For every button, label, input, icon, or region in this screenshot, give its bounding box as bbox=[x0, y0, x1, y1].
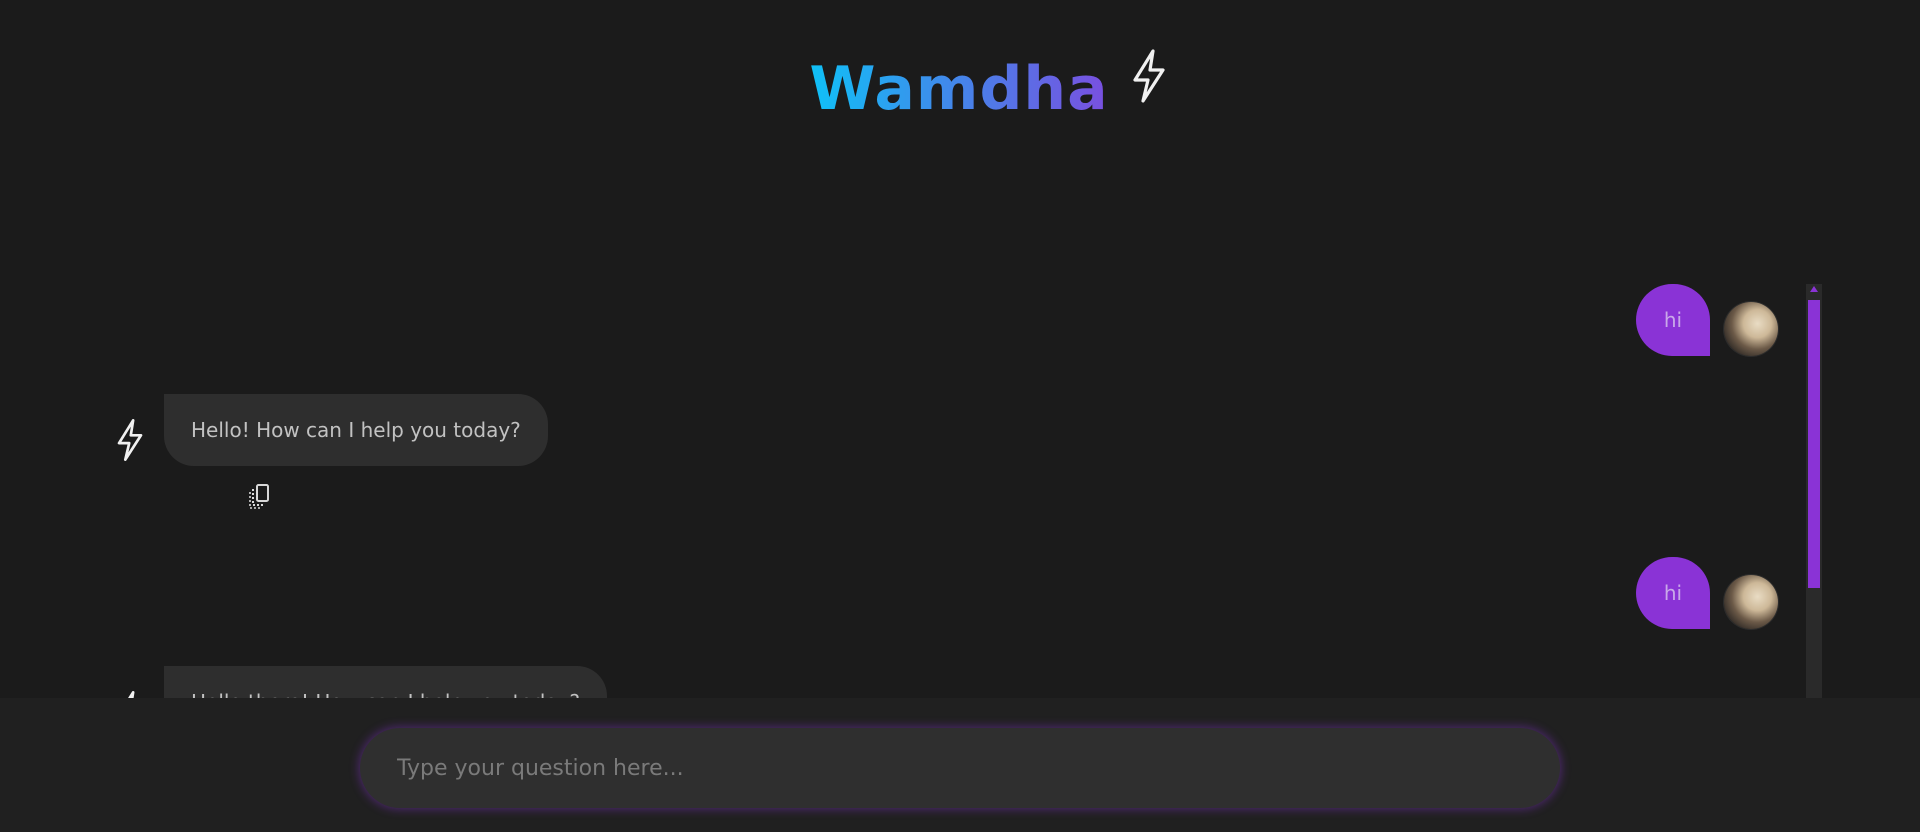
chat-messages[interactable]: hi Hello! How can I help you today? hi H… bbox=[0, 270, 1920, 698]
assistant-message: Hello there! How can I help you today? bbox=[108, 666, 608, 698]
question-input-wrapper bbox=[360, 728, 1560, 808]
user-message-bubble: hi bbox=[1636, 284, 1710, 356]
composer-bar bbox=[0, 698, 1920, 832]
assistant-message-bubble: Hello! How can I help you today? bbox=[164, 394, 548, 466]
lightning-bolt-icon bbox=[117, 419, 143, 461]
user-avatar bbox=[1724, 575, 1778, 629]
chat-scrollbar[interactable] bbox=[1806, 284, 1822, 698]
user-avatar bbox=[1724, 302, 1778, 356]
lightning-bolt-icon bbox=[1132, 49, 1165, 103]
assistant-message-bubble: Hello there! How can I help you today? bbox=[164, 666, 608, 698]
question-input[interactable] bbox=[360, 728, 1560, 808]
brand-title: Wamdha bbox=[809, 42, 1108, 136]
user-message: hi bbox=[1636, 284, 1778, 356]
assistant-message: Hello! How can I help you today? bbox=[108, 394, 548, 466]
lightning-bolt-icon bbox=[128, 691, 135, 698]
chat-page: Wamdha hi Hello! How can I help you toda… bbox=[0, 0, 1920, 832]
user-message-bubble: hi bbox=[1636, 557, 1710, 629]
app-header: Wamdha bbox=[0, 42, 1920, 136]
scrollbar-thumb[interactable] bbox=[1808, 300, 1820, 588]
copy-icon[interactable] bbox=[248, 482, 272, 510]
user-message: hi bbox=[1636, 557, 1778, 629]
scroll-up-arrow-icon[interactable] bbox=[1810, 286, 1818, 292]
